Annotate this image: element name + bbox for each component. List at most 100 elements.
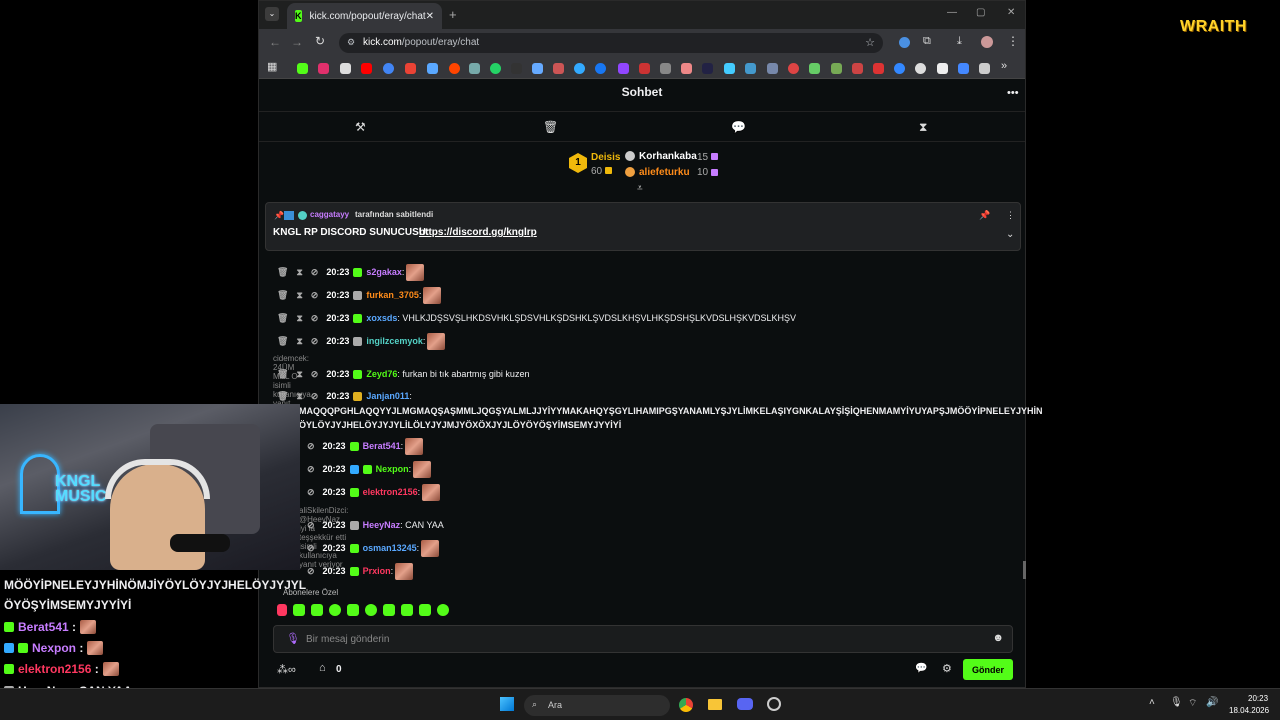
message-user[interactable]: elektron2156 xyxy=(363,487,418,497)
chevron-down-icon[interactable]: ⌄ xyxy=(1006,229,1014,240)
chat-input[interactable]: 🎙 Bir mesaj gönderin ☻ xyxy=(273,625,1013,653)
new-tab-icon[interactable]: + xyxy=(449,7,457,22)
bookmark-icon[interactable] xyxy=(427,63,438,74)
chrome-menu-icon[interactable]: ⋮ xyxy=(1007,34,1019,48)
bookmark-instagram-icon[interactable] xyxy=(318,63,329,74)
emote-button[interactable] xyxy=(311,604,323,616)
leaderboard-third-name[interactable]: aliefeturku xyxy=(639,167,690,178)
settings-gear-icon[interactable]: ⚙ xyxy=(942,662,952,675)
taskbar-search[interactable]: ⌕ Ara xyxy=(524,695,670,716)
message-user[interactable]: xoxsds xyxy=(366,313,397,323)
bookmark-icon[interactable] xyxy=(852,63,863,74)
message-user[interactable]: Berat541 xyxy=(363,441,401,451)
emote-button[interactable] xyxy=(329,604,341,616)
pinned-by-user[interactable]: caggatayy xyxy=(310,210,349,219)
bookmark-icon[interactable] xyxy=(681,63,692,74)
bookmark-icon[interactable] xyxy=(511,63,522,74)
message-user[interactable]: Nexpon xyxy=(376,464,409,474)
bookmark-icon[interactable] xyxy=(894,63,905,74)
reload-icon[interactable]: ↻ xyxy=(315,34,325,48)
bookmark-icon[interactable] xyxy=(979,63,990,74)
hourglass-icon[interactable]: ⧗ xyxy=(296,313,302,324)
ban-icon[interactable]: ⊘ xyxy=(311,290,319,301)
hourglass-icon[interactable]: ⧗ xyxy=(296,267,302,278)
bookmark-youtube-icon[interactable] xyxy=(361,63,372,74)
emote-button[interactable] xyxy=(419,604,431,616)
tray-overflow-icon[interactable]: ˄ xyxy=(1149,697,1155,708)
ban-icon[interactable]: ⊘ xyxy=(311,391,319,402)
bookmark-whatsapp-icon[interactable] xyxy=(490,63,501,74)
emote-button[interactable] xyxy=(437,604,449,616)
bookmark-twitch-icon[interactable] xyxy=(618,63,629,74)
url-field[interactable]: ⚙ kick.com/popout/eray/chat ☆ xyxy=(339,33,883,53)
ban-icon[interactable]: ⊘ xyxy=(307,441,315,452)
bookmark-google-icon[interactable] xyxy=(383,63,394,74)
message-user[interactable]: osman13245 xyxy=(363,543,417,553)
discord-icon[interactable] xyxy=(737,698,753,710)
bookmark-icon[interactable] xyxy=(915,63,926,74)
ban-icon[interactable]: ⊘ xyxy=(311,313,319,324)
forward-icon[interactable]: → xyxy=(291,35,303,49)
back-icon[interactable]: ← xyxy=(269,35,281,49)
trash-icon[interactable]: 🗑 xyxy=(277,369,288,380)
mic-tray-icon[interactable]: 🎙 xyxy=(1170,697,1183,708)
bookmark-icon[interactable] xyxy=(702,63,713,74)
profile-avatar[interactable] xyxy=(981,36,993,48)
emote-button[interactable] xyxy=(293,604,305,616)
unpin-icon[interactable]: 📌 xyxy=(979,210,990,221)
emote-button[interactable] xyxy=(383,604,395,616)
bookmark-icon[interactable] xyxy=(745,63,756,74)
maximize-icon[interactable]: ▢ xyxy=(976,7,985,18)
expand-leaderboard-icon[interactable]: ⩡ xyxy=(637,183,643,194)
ban-icon[interactable]: ⊘ xyxy=(311,369,319,380)
ban-icon[interactable]: ⊘ xyxy=(311,336,319,347)
bookmark-icon[interactable] xyxy=(767,63,778,74)
clock-date[interactable]: 18.04.2026 xyxy=(1229,706,1269,715)
bookmark-icon[interactable] xyxy=(639,63,650,74)
pinned-link[interactable]: https://discord.gg/knglrp xyxy=(419,227,537,238)
trash-icon[interactable]: 🗑 xyxy=(277,267,288,278)
ban-icon[interactable]: ⊘ xyxy=(311,267,319,278)
hourglass-icon[interactable]: ⧗ xyxy=(296,290,302,301)
scrollbar-thumb[interactable] xyxy=(1023,561,1026,579)
ban-icon[interactable]: ⊘ xyxy=(307,464,315,475)
site-info-icon[interactable]: ⚙ xyxy=(347,37,355,48)
bookmark-icon[interactable] xyxy=(724,63,735,74)
bookmarks-overflow-icon[interactable]: » xyxy=(1001,60,1007,72)
trash-icon[interactable]: 🗑 xyxy=(277,391,288,402)
bookmark-icon[interactable] xyxy=(958,63,969,74)
message-user[interactable]: Prxion xyxy=(363,566,391,576)
bookmark-icon[interactable] xyxy=(660,63,671,74)
bookmark-x-icon[interactable] xyxy=(340,63,351,74)
send-button[interactable]: Gönder xyxy=(963,659,1013,680)
bookmark-icon[interactable] xyxy=(532,63,543,74)
network-icon[interactable]: ⌔ xyxy=(1188,697,1197,710)
store-icon[interactable]: ⌂ xyxy=(319,662,326,674)
bookmark-icon[interactable] xyxy=(553,63,564,74)
volume-icon[interactable]: 🔊 xyxy=(1206,697,1218,708)
bookmark-icon[interactable] xyxy=(937,63,948,74)
ban-icon[interactable]: ⊘ xyxy=(307,566,315,577)
bookmark-icon[interactable] xyxy=(788,63,799,74)
tab-active[interactable]: K kick.com/popout/eray/chat ✕ xyxy=(287,3,442,29)
message-user[interactable]: HeeyNaz xyxy=(363,520,401,530)
hourglass-icon[interactable]: ⧗ xyxy=(296,336,302,347)
message-user[interactable]: ingilzcemyok xyxy=(366,336,423,346)
bookmark-reddit-icon[interactable] xyxy=(449,63,460,74)
bookmark-star-icon[interactable]: ☆ xyxy=(865,36,875,49)
bookmark-facebook-icon[interactable] xyxy=(595,63,606,74)
ban-icon[interactable]: ⊘ xyxy=(307,487,315,498)
bookmark-icon[interactable] xyxy=(809,63,820,74)
hourglass-icon[interactable]: ⧗ xyxy=(296,391,302,402)
bookmark-icon[interactable] xyxy=(831,63,842,74)
ban-icon[interactable]: ⊘ xyxy=(307,520,315,531)
leaderboard-second-name[interactable]: Korhankaba xyxy=(639,151,697,162)
bookmark-icon[interactable] xyxy=(574,63,585,74)
trash-icon[interactable]: 🗑 xyxy=(277,290,288,301)
reply-context[interactable]: aliSkilenDizci: @HeeyNaz iyi la teşşekkü… xyxy=(299,506,348,569)
trash-icon[interactable]: 🗑 xyxy=(543,120,558,134)
bookmark-icon[interactable] xyxy=(469,63,480,74)
window-close-icon[interactable]: ✕ xyxy=(1007,7,1015,18)
chat-bubble-icon[interactable]: 💬 xyxy=(731,120,746,134)
extensions-puzzle-icon[interactable]: ⧉ xyxy=(923,35,931,48)
